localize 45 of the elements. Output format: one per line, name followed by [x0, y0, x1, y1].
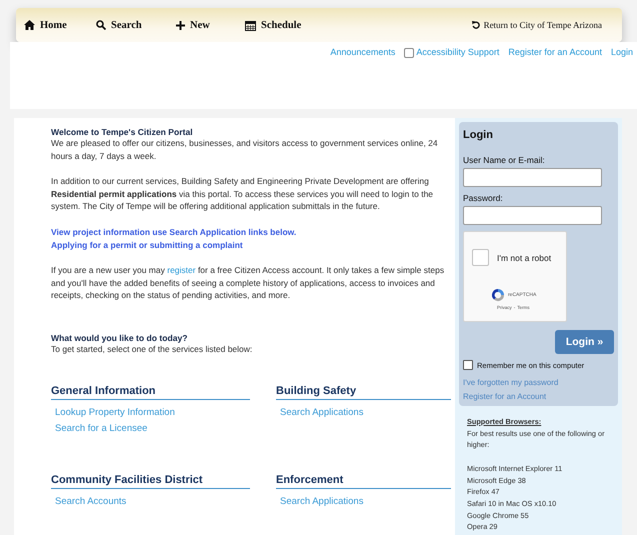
info-link[interactable]: View project information use Search Application links below. — [51, 226, 455, 239]
search-icon — [96, 20, 106, 30]
service-link[interactable]: Search Applications — [276, 494, 451, 510]
services-title: What would you like to do today? — [51, 332, 189, 344]
password-field[interactable] — [463, 206, 602, 225]
service-link[interactable]: Search for a Licensee — [51, 420, 250, 437]
login-link[interactable]: Login — [610, 47, 633, 109]
remember-checkbox[interactable] — [463, 360, 473, 370]
announcements-link[interactable]: Announcements — [330, 47, 396, 109]
calendar-icon — [245, 20, 256, 30]
username-field[interactable] — [463, 168, 602, 187]
home-icon — [24, 20, 35, 30]
welcome-paragraph: In addition to our current services, Building Safety and Engineering Private Development are offering Residential permit applications via this portal. To access these services you will need to login to the system. The City of Tempe will be offering additional application submittals in the future. — [51, 175, 434, 213]
nav-link[interactable]: Search — [96, 20, 176, 30]
recaptcha-icon — [490, 288, 506, 302]
welcome-title: Welcome to Tempe's Citizen Portal — [51, 127, 194, 137]
section-heading: Community Facilities District — [51, 474, 250, 489]
nav-link[interactable]: New — [176, 20, 245, 30]
service-link[interactable]: Lookup Property Information — [51, 404, 250, 421]
service-link[interactable]: Search Accounts — [51, 494, 250, 510]
section-heading: Building Safety — [276, 384, 451, 400]
info-link[interactable]: Applying for a permit or submitting a complaint — [51, 238, 455, 252]
welcome-paragraph: We are pleased to offer our citizens, businesses, and visitors access to government services online, 24 hours a day, 7 days a week. — [51, 137, 439, 162]
register-link[interactable]: Register for an Account — [508, 47, 602, 109]
nav-link[interactable]: Home — [24, 20, 96, 30]
captcha-checkbox[interactable] — [472, 249, 489, 266]
services-subtitle: To get started, select one of the services listed below: — [51, 344, 254, 354]
section-heading: Enforcement — [276, 474, 451, 489]
login-button[interactable]: Login » — [555, 330, 614, 354]
service-link[interactable]: Search Applications — [276, 404, 451, 421]
accessibility-checkbox[interactable] — [404, 48, 414, 58]
register-inline-link[interactable]: register — [167, 265, 196, 276]
nav-link[interactable]: Schedule — [245, 20, 302, 30]
register-paragraph: If you are a new user you may register for a free Citizen Access account. It only takes a few simple steps and you'll have the added benefits of seeing a complete history of applications, access to invoices and receipts, checking on the status of pending activities, and more. — [51, 264, 446, 302]
undo-icon — [472, 21, 480, 29]
captcha-label: I'm not a robot — [497, 252, 552, 262]
account-link[interactable]: Register for an Account — [463, 390, 614, 404]
password-label: Password: — [463, 193, 504, 203]
account-link[interactable]: I've forgotten my password — [463, 376, 614, 390]
plus-icon — [176, 20, 185, 30]
username-label: User Name or E-mail: — [463, 155, 546, 165]
return-link[interactable]: Return to City of Tempe Arizona — [472, 20, 602, 30]
accessibility-link[interactable]: Accessibility Support — [416, 47, 500, 57]
section-heading: General Information — [51, 384, 250, 400]
login-title: Login — [463, 129, 494, 141]
